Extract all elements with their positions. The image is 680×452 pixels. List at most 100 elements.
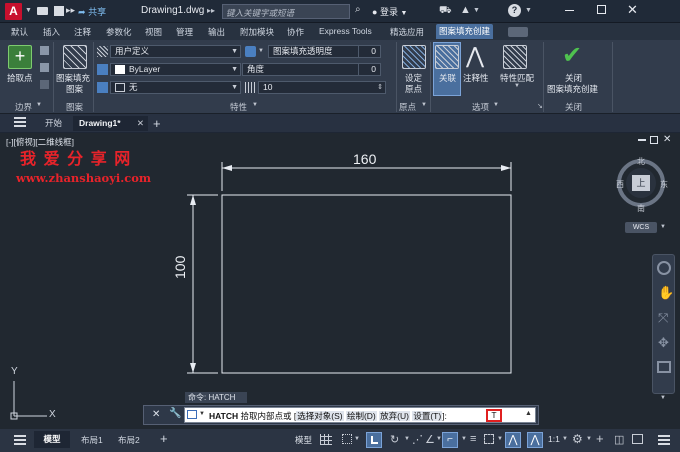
help-icon[interactable]: ? [508, 4, 521, 17]
command-input-area[interactable]: ▼ HATCH 拾取内部点或 [选择对象(S) 绘制(D) 放弃(U) 设置(T… [184, 407, 536, 423]
grid-icon[interactable] [320, 434, 332, 445]
close-window-button[interactable]: ✕ [627, 2, 638, 18]
command-input-field[interactable]: T [486, 409, 502, 422]
viewcube-east[interactable]: 东 [660, 179, 668, 190]
hatch-pattern-icon[interactable] [63, 45, 87, 69]
associative-label[interactable]: 关联 [439, 72, 456, 84]
transparency-value[interactable]: 0 [358, 45, 381, 58]
hardware-accel-icon[interactable]: ◫ [614, 433, 624, 446]
isodraft-icon[interactable]: ⋰ [412, 433, 423, 446]
chevron-down-icon[interactable]: ▼ [461, 436, 467, 442]
share-button[interactable]: ➦ 共享 [78, 5, 106, 18]
tab-addins[interactable]: 附加模块 [240, 26, 274, 38]
match-properties-icon[interactable] [503, 45, 527, 69]
close-icon[interactable]: ✕ [137, 116, 144, 131]
spacing-field[interactable]: 10 ⇕ [258, 81, 386, 94]
boundary-group-label[interactable]: 边界 [15, 101, 32, 113]
tab-drawing1[interactable]: Drawing1* ✕ [73, 116, 148, 131]
viewcube-north[interactable]: 北 [637, 156, 645, 167]
command-history-dropdown[interactable]: ▲ [525, 410, 532, 417]
tab-layout2[interactable]: 布局2 [118, 434, 140, 446]
annotative-icon[interactable]: ⋀ [466, 45, 484, 67]
transparency-field[interactable]: 图案填充透明度 [268, 45, 358, 58]
search-input[interactable]: 键入关键字或短语 [222, 4, 350, 19]
chevron-down-icon[interactable]: ▼ [497, 436, 503, 442]
options-group-label[interactable]: 选项 [472, 101, 489, 113]
new-tab-button[interactable]: + [153, 116, 161, 131]
settings-icon[interactable]: ⚙ [572, 432, 583, 446]
osnap-icon[interactable]: ⌐ [442, 432, 458, 448]
restore-button[interactable] [597, 5, 606, 14]
pick-point-icon[interactable]: + [8, 45, 32, 69]
tab-hatch-creation[interactable]: 图案填充创建 [436, 24, 494, 39]
annotative-label[interactable]: 注释性 [463, 72, 489, 84]
clean-screen-icon[interactable] [632, 434, 643, 444]
select-objects-icon[interactable] [40, 46, 49, 55]
quick-access-more-icon[interactable]: ▸▸ [66, 5, 75, 16]
autocad-logo[interactable]: A [5, 3, 22, 20]
rectangle-boundary[interactable] [221, 194, 512, 374]
chevron-down-icon[interactable]: ▼ [493, 102, 499, 108]
model-space-button[interactable]: 模型 [295, 434, 312, 446]
snap-icon[interactable] [342, 434, 352, 444]
minimize-button[interactable] [565, 10, 574, 11]
option-draw[interactable]: 绘制(D) [345, 411, 377, 421]
title-nav-icon[interactable]: ▸▸ [207, 6, 215, 15]
viewcube-top-face[interactable]: 上 [632, 175, 650, 191]
login-button[interactable]: ● 登录 ▼ [372, 5, 407, 18]
chevron-down-icon[interactable]: ▼ [354, 436, 360, 442]
remove-boundary-icon[interactable] [40, 63, 49, 72]
dimension-text-height[interactable]: 100 [172, 256, 188, 279]
background-color-select[interactable]: 无 ▼ [110, 81, 241, 94]
wcs-menu[interactable]: WCS [625, 222, 657, 233]
tab-manage[interactable]: 管理 [176, 26, 193, 38]
hatch-type-select[interactable]: 用户定义 ▼ [110, 45, 241, 58]
tab-output[interactable]: 输出 [208, 26, 225, 38]
save-icon[interactable] [54, 6, 64, 16]
zoom-extents-icon[interactable]: ⤧ [658, 310, 668, 326]
associative-icon[interactable] [435, 45, 459, 69]
set-origin-icon[interactable] [402, 45, 426, 69]
ortho-icon[interactable] [366, 432, 382, 448]
viewport-close[interactable]: ✕ [663, 134, 671, 145]
chevron-down-icon[interactable]: ▼ [586, 436, 592, 442]
wcs-dropdown-icon[interactable]: ▼ [660, 224, 666, 230]
tab-parametric[interactable]: 参数化 [106, 26, 132, 38]
chevron-down-icon[interactable]: ▼ [258, 48, 264, 54]
tab-layout1[interactable]: 布局1 [81, 434, 103, 446]
checkmark-icon[interactable]: ✔ [562, 42, 582, 70]
add-icon[interactable]: + [596, 431, 604, 446]
chevron-down-icon[interactable]: ▼ [252, 102, 258, 108]
chevron-down-icon[interactable]: ▼ [562, 436, 568, 442]
pick-point-label[interactable]: 拾取点 [7, 72, 33, 84]
chevron-down-icon[interactable]: ▼ [199, 411, 205, 417]
recreate-boundary-icon[interactable] [40, 80, 49, 89]
angle-field[interactable]: 角度 [242, 63, 358, 76]
wrench-icon[interactable]: 🔧 [169, 408, 181, 419]
properties-group-label[interactable]: 特性 [230, 101, 247, 113]
cart-icon[interactable]: ⛟ [439, 5, 452, 18]
angle-value[interactable]: 0 [358, 63, 381, 76]
tab-collaborate[interactable]: 协作 [287, 26, 304, 38]
close-hatch-label[interactable]: 图案填充创建 [547, 83, 598, 95]
ribbon-display-toggle[interactable] [508, 27, 528, 37]
auto-scale-icon[interactable]: ⋀ [527, 432, 543, 448]
origin-group-label[interactable]: 原点 [399, 101, 416, 113]
viewport-restore[interactable] [650, 136, 658, 144]
tab-insert[interactable]: 插入 [43, 26, 60, 38]
dialog-launcher-icon[interactable]: ↘ [537, 102, 543, 110]
hatch-color-select[interactable]: ByLayer ▼ [110, 63, 241, 76]
drawing-area[interactable]: [-][俯视][二维线框] 我 爱 分 享 网 www.zhanshaoyi.c… [0, 133, 680, 429]
navbar-expand-icon[interactable]: ▼ [660, 395, 666, 401]
add-layout-button[interactable]: + [160, 431, 168, 446]
tab-view[interactable]: 视图 [145, 26, 162, 38]
pan-icon[interactable]: ✋ [658, 285, 674, 301]
app-menu-dropdown-icon[interactable]: ▼ [25, 7, 32, 14]
showmotion-icon[interactable] [657, 361, 671, 373]
viewport-minimize[interactable] [638, 139, 646, 141]
customize-menu-icon[interactable] [658, 435, 670, 445]
polar-icon[interactable]: ↻ [390, 433, 399, 446]
autodesk-app-icon[interactable]: ▲ [460, 4, 471, 16]
tab-model[interactable]: 模型 [34, 431, 70, 448]
chevron-down-icon[interactable]: ▼ [514, 83, 520, 89]
